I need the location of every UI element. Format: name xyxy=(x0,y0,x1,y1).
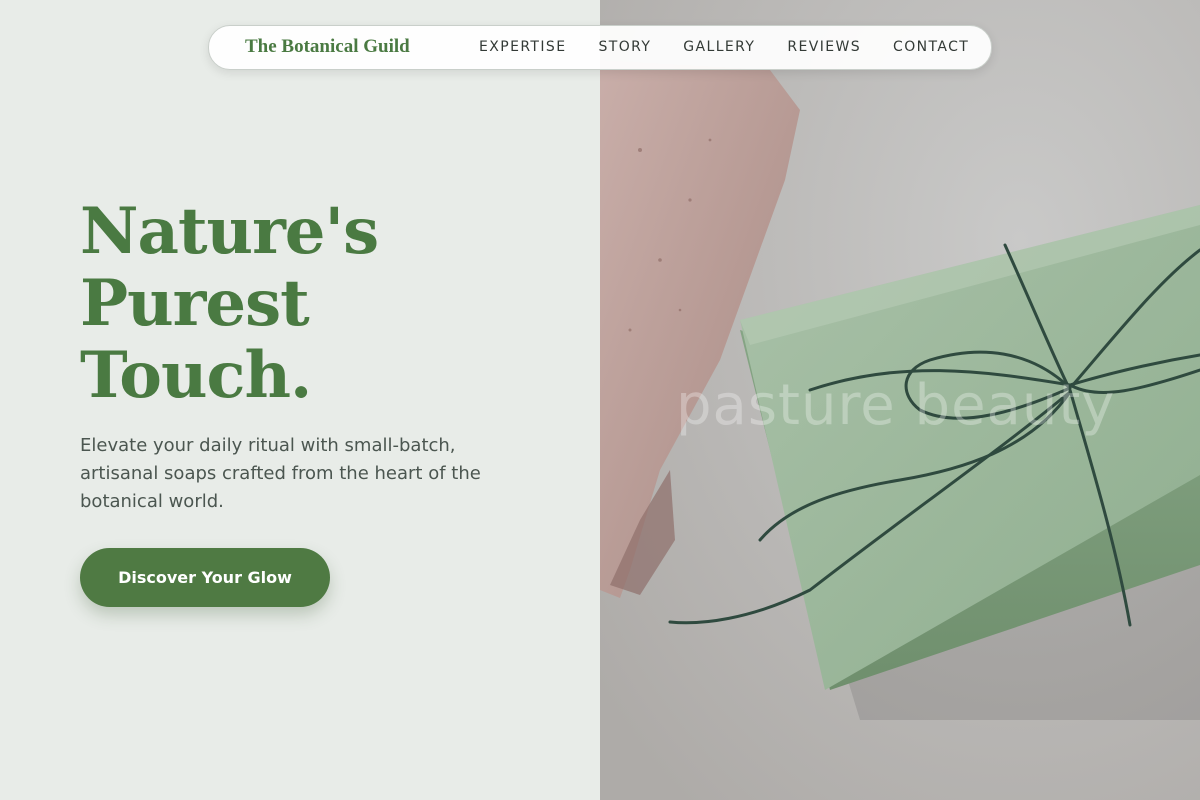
hero-title-line-2: Purest xyxy=(80,266,310,341)
nav-links: EXPERTISE STORY GALLERY REVIEWS CONTACT xyxy=(479,39,969,55)
nav-link-expertise[interactable]: EXPERTISE xyxy=(479,39,566,55)
hero-title-line-3: Touch. xyxy=(80,338,312,413)
hero-title: Nature's Purest Touch. xyxy=(80,196,560,412)
brand-logo[interactable]: The Botanical Guild xyxy=(245,36,410,58)
hero-subtitle: Elevate your daily ritual with small-bat… xyxy=(80,435,481,512)
top-navigation: The Botanical Guild EXPERTISE STORY GALL… xyxy=(208,25,992,70)
watermark-text: pasture beauty xyxy=(676,373,1116,438)
nav-link-reviews[interactable]: REVIEWS xyxy=(787,39,861,55)
nav-link-contact[interactable]: CONTACT xyxy=(893,39,969,55)
nav-link-gallery[interactable]: GALLERY xyxy=(683,39,755,55)
discover-your-glow-button[interactable]: Discover Your Glow xyxy=(80,548,330,607)
nav-link-story[interactable]: STORY xyxy=(598,39,651,55)
hero-title-line-1: Nature's xyxy=(80,194,379,269)
